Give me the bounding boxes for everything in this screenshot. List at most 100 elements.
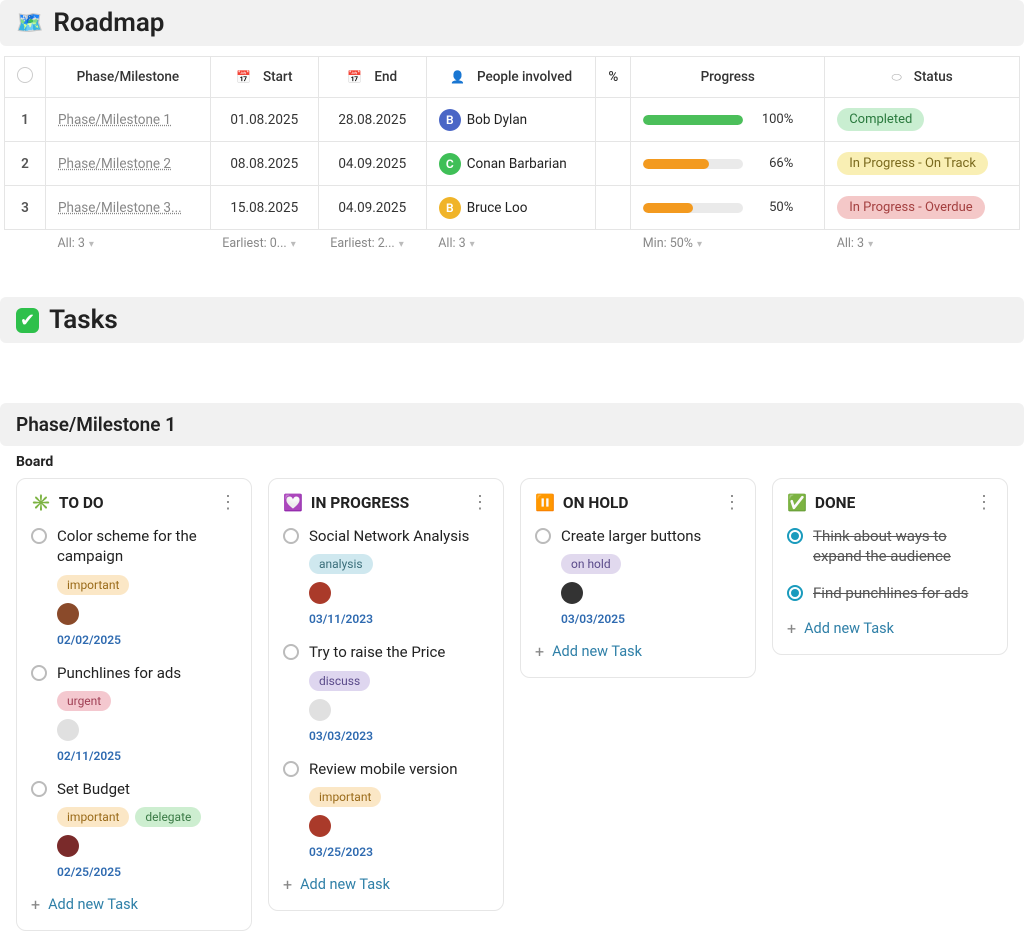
col-pct[interactable]: % (596, 57, 631, 98)
col-status[interactable]: ⬭Status (825, 57, 1020, 98)
calendar-icon: 📅 (347, 70, 362, 84)
phase-link[interactable]: Phase/Milestone 1 (58, 112, 171, 128)
tag[interactable]: on hold (561, 554, 621, 574)
status-badge[interactable]: In Progress - On Track (837, 152, 988, 175)
phase-link[interactable]: Phase/Milestone 3... (58, 200, 182, 216)
roadmap-row[interactable]: 1 Phase/Milestone 1 01.08.2025 28.08.202… (5, 98, 1020, 142)
person-icon: 👤 (450, 70, 465, 84)
progress-cell: 100% (643, 112, 812, 127)
avatar[interactable] (57, 835, 79, 857)
col-phase[interactable]: Phase/Milestone (46, 57, 211, 98)
tag[interactable]: important (309, 787, 381, 807)
status-badge[interactable]: Completed (837, 108, 924, 131)
column-title: TO DO (59, 494, 104, 512)
row-index: 2 (5, 142, 46, 186)
card-date[interactable]: 03/03/2025 (561, 612, 741, 626)
avatar[interactable] (561, 582, 583, 604)
tag[interactable]: delegate (135, 807, 201, 827)
task-title: Social Network Analysis (309, 526, 469, 546)
person-name: Conan Barbarian (467, 156, 567, 172)
add-task-button[interactable]: +Add new Task (535, 642, 741, 661)
card-date[interactable]: 02/11/2025 (57, 749, 237, 763)
checkmark-icon: ✔ (16, 308, 39, 333)
row-index: 1 (5, 98, 46, 142)
column-menu-icon[interactable]: ⋮ (219, 494, 237, 512)
summary-start[interactable]: Earliest: 0...▾ (210, 230, 318, 258)
calendar-icon: 📅 (236, 70, 251, 84)
roadmap-row[interactable]: 3 Phase/Milestone 3... 15.08.2025 04.09.… (5, 186, 1020, 230)
column-menu-icon[interactable]: ⋮ (471, 494, 489, 512)
person-cell[interactable]: C Conan Barbarian (439, 153, 584, 175)
board-column-inprogress: 💟IN PROGRESS ⋮ Social Network Analysis a… (268, 478, 504, 911)
summary-end[interactable]: Earliest: 2...▾ (318, 230, 426, 258)
add-task-button[interactable]: +Add new Task (283, 875, 489, 894)
task-card[interactable]: Color scheme for the campaign important0… (31, 526, 237, 647)
phase-link[interactable]: Phase/Milestone 2 (58, 156, 171, 172)
summary-people[interactable]: All: 3▾ (426, 230, 596, 258)
task-radio[interactable] (283, 644, 299, 660)
tag[interactable]: important (57, 575, 129, 595)
col-start[interactable]: 📅Start (210, 57, 318, 98)
roadmap-row[interactable]: 2 Phase/Milestone 2 08.08.2025 04.09.202… (5, 142, 1020, 186)
status-badge[interactable]: In Progress - Overdue (837, 196, 985, 219)
tag[interactable]: discuss (309, 671, 370, 691)
select-all-header[interactable] (5, 57, 46, 98)
col-people[interactable]: 👤People involved (426, 57, 596, 98)
column-title: IN PROGRESS (311, 494, 409, 512)
avatar[interactable] (309, 815, 331, 837)
plus-icon: + (787, 619, 796, 638)
summary-phase[interactable]: All: 3▾ (46, 230, 211, 258)
card-date[interactable]: 03/03/2023 (309, 729, 489, 743)
summary-status[interactable]: All: 3▾ (825, 230, 1020, 258)
task-card[interactable]: Think about ways to expand the audience (787, 526, 993, 567)
tag[interactable]: analysis (309, 554, 373, 574)
column-menu-icon[interactable]: ⋮ (975, 494, 993, 512)
card-date[interactable]: 03/25/2023 (309, 845, 489, 859)
card-date[interactable]: 03/11/2023 (309, 612, 489, 626)
task-title: Set Budget (57, 779, 130, 799)
task-radio[interactable] (31, 781, 47, 797)
task-radio-checked[interactable] (787, 585, 803, 601)
plus-icon: + (283, 875, 292, 894)
person-name: Bob Dylan (467, 112, 527, 128)
plus-icon: + (31, 895, 40, 914)
tag[interactable]: important (57, 807, 129, 827)
task-card[interactable]: Review mobile version important03/25/202… (283, 759, 489, 859)
task-card[interactable]: Set Budget important delegate 02/25/2025 (31, 779, 237, 879)
tag[interactable]: urgent (57, 691, 111, 711)
col-progress[interactable]: Progress (631, 57, 825, 98)
add-task-button[interactable]: +Add new Task (31, 895, 237, 914)
phase-title: Phase/Milestone 1 (0, 403, 1024, 446)
task-radio[interactable] (31, 528, 47, 544)
task-radio-checked[interactable] (787, 528, 803, 544)
progress-cell: 66% (643, 156, 812, 171)
task-radio[interactable] (535, 528, 551, 544)
end-date: 04.09.2025 (318, 142, 426, 186)
task-radio[interactable] (31, 665, 47, 681)
add-task-button[interactable]: +Add new Task (787, 619, 993, 638)
col-end[interactable]: 📅End (318, 57, 426, 98)
task-card[interactable]: Create larger buttons on hold 03/03/2025 (535, 526, 741, 626)
task-card[interactable]: Find punchlines for ads (787, 583, 993, 603)
end-date: 28.08.2025 (318, 98, 426, 142)
task-title: Try to raise the Price (309, 642, 445, 662)
avatar[interactable] (57, 603, 79, 625)
task-radio[interactable] (283, 528, 299, 544)
task-card[interactable]: Social Network Analysis analysis 03/11/20… (283, 526, 489, 626)
status-icon: ⬭ (892, 70, 902, 85)
avatar[interactable] (309, 699, 331, 721)
summary-progress[interactable]: Min: 50%▾ (631, 230, 825, 258)
card-date[interactable]: 02/02/2025 (57, 633, 237, 647)
task-radio[interactable] (283, 761, 299, 777)
avatar[interactable] (57, 719, 79, 741)
person-cell[interactable]: B Bob Dylan (439, 109, 584, 131)
avatar[interactable] (309, 582, 331, 604)
task-card[interactable]: Try to raise the Price discuss 03/03/2023 (283, 642, 489, 742)
card-date[interactable]: 02/25/2025 (57, 865, 237, 879)
person-cell[interactable]: B Bruce Loo (439, 197, 584, 219)
avatar: B (439, 109, 461, 131)
column-menu-icon[interactable]: ⋮ (723, 494, 741, 512)
task-title: Think about ways to expand the audience (813, 526, 993, 567)
task-title: Create larger buttons (561, 526, 701, 546)
task-card[interactable]: Punchlines for ads urgent02/11/2025 (31, 663, 237, 763)
